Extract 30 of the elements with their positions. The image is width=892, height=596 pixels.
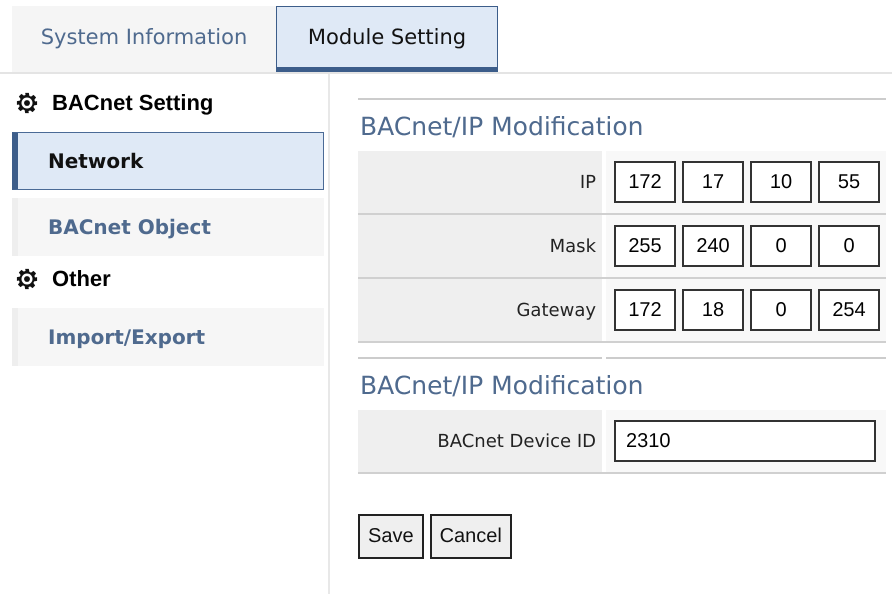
input-field[interactable]: 0 (818, 225, 880, 267)
gear-icon (16, 92, 38, 114)
gear-icon (16, 268, 38, 290)
input-field[interactable]: 172 (614, 161, 676, 203)
field-label: Mask (550, 236, 596, 256)
input-field[interactable]: 18 (682, 289, 744, 331)
input-field[interactable]: 17 (682, 161, 744, 203)
section-heading: BACnet/IP Modification (359, 370, 644, 402)
input-field[interactable]: 0 (750, 289, 812, 331)
input-field[interactable]: 254 (818, 289, 880, 331)
field-label: IP (580, 172, 596, 192)
field-label: BACnet Device ID (437, 430, 596, 452)
input-field[interactable]: 255 (614, 225, 676, 267)
input-field[interactable]: 240 (682, 225, 744, 267)
input-field[interactable]: 2310 (614, 420, 876, 462)
tab[interactable]: Module Setting (276, 6, 498, 72)
section-heading: BACnet/IP Modification (359, 111, 644, 143)
form-button[interactable]: Cancel (430, 514, 512, 559)
input-field[interactable]: 0 (750, 225, 812, 267)
group-title: BACnet Setting (52, 90, 214, 116)
tab[interactable]: System Information (12, 6, 276, 72)
input-field[interactable]: 55 (818, 161, 880, 203)
sidebar-item[interactable]: BACnet Object (12, 198, 324, 256)
sidebar-item[interactable]: Import/Export (12, 308, 324, 366)
group-title: Other (52, 266, 111, 292)
sidebar-item[interactable]: Network (12, 132, 324, 190)
form-button[interactable]: Save (358, 514, 424, 559)
input-field[interactable]: 10 (750, 161, 812, 203)
input-field[interactable]: 172 (614, 289, 676, 331)
field-label: Gateway (516, 300, 596, 320)
